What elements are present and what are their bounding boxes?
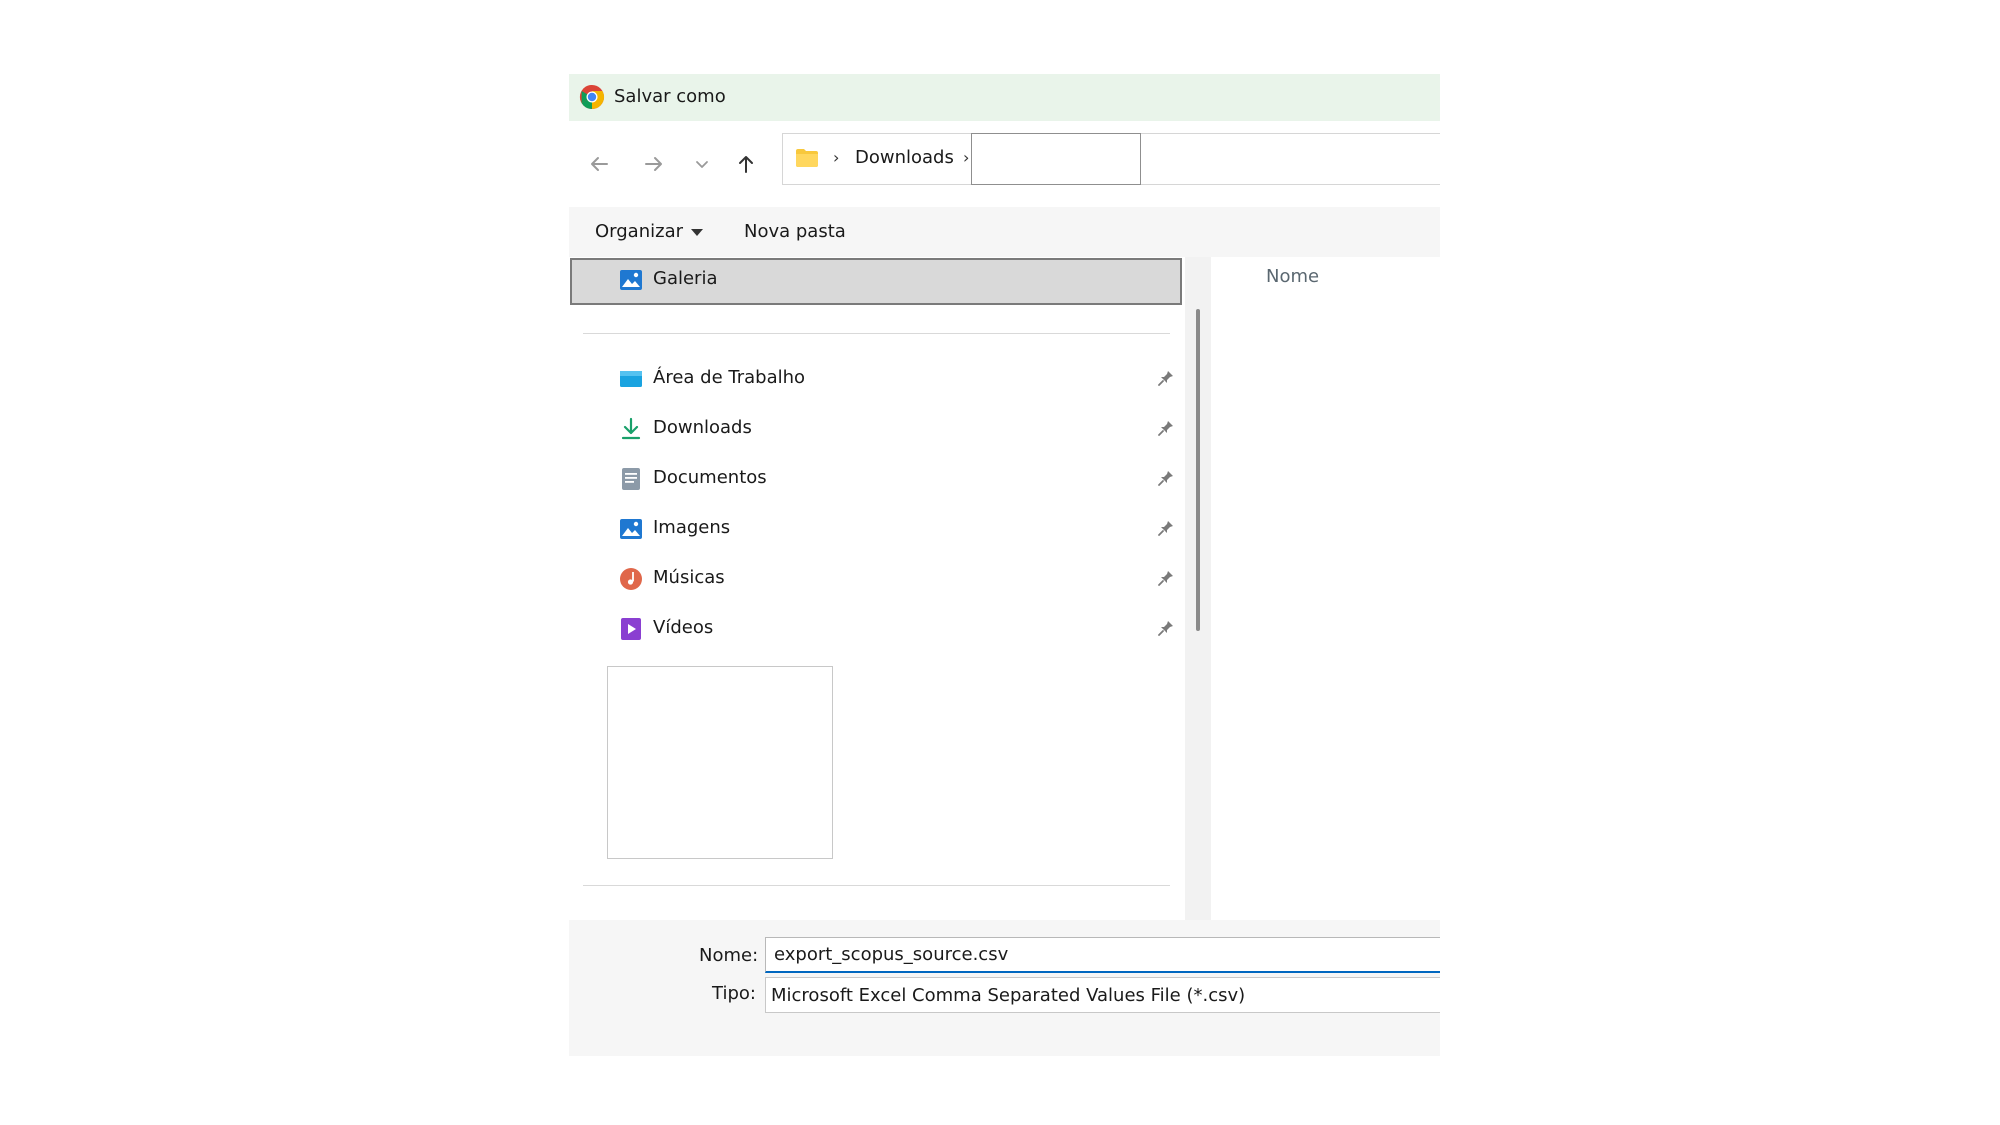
video-icon	[621, 618, 641, 640]
organize-label: Organizar	[595, 221, 683, 242]
new-folder-button[interactable]: Nova pasta	[744, 221, 846, 242]
file-name-input[interactable]	[765, 937, 1440, 973]
file-list: Nome	[1211, 257, 1440, 920]
save-as-dialog: Salvar como › Downloads › Organizar Nova…	[569, 74, 1440, 1056]
sidebar-item-documentos[interactable]: Documentos	[569, 459, 1173, 499]
sidebar-item-label: Área de Trabalho	[653, 367, 806, 388]
folder-icon	[796, 149, 818, 167]
sidebar-divider	[583, 333, 1170, 334]
breadcrumb-downloads[interactable]: Downloads	[855, 147, 954, 168]
navigation-bar: › Downloads ›	[569, 121, 1440, 207]
chrome-icon	[579, 85, 605, 109]
preview-thumbnail	[607, 666, 833, 859]
save-footer: Nome: Tipo: Microsoft Excel Comma Separa…	[569, 920, 1440, 1056]
forward-button[interactable]	[639, 149, 669, 179]
pin-icon[interactable]	[1157, 419, 1175, 437]
sidebar-item-label: Downloads	[653, 417, 752, 438]
recent-locations-button[interactable]	[687, 149, 717, 179]
sidebar-item-downloads[interactable]: Downloads	[569, 409, 1173, 449]
back-button[interactable]	[584, 149, 614, 179]
file-type-value: Microsoft Excel Comma Separated Values F…	[771, 985, 1246, 1006]
sidebar-item-imagens[interactable]: Imagens	[569, 509, 1173, 549]
sidebar-item-label: Documentos	[653, 467, 767, 488]
pin-icon[interactable]	[1157, 369, 1175, 387]
sidebar-item-videos[interactable]: Vídeos	[569, 609, 1173, 649]
arrow-left-icon	[591, 157, 608, 171]
pin-icon[interactable]	[1157, 619, 1175, 637]
up-button[interactable]	[731, 149, 761, 179]
download-icon	[621, 417, 641, 440]
pin-icon[interactable]	[1157, 519, 1175, 537]
breadcrumb-separator[interactable]: ›	[963, 148, 969, 167]
sidebar-item-label: Imagens	[653, 517, 731, 538]
navigation-pane-scrollbar[interactable]	[1185, 257, 1211, 920]
caret-down-icon	[691, 228, 703, 236]
chevron-down-icon	[696, 161, 708, 168]
sidebar-divider	[583, 885, 1170, 886]
file-type-label: Tipo:	[712, 983, 756, 1004]
title-bar: Salvar como	[569, 74, 1440, 121]
sidebar-item-area-de-trabalho[interactable]: Área de Trabalho	[569, 359, 1173, 399]
sidebar-item-galeria[interactable]: Galeria	[569, 260, 1169, 300]
document-icon	[622, 468, 640, 490]
arrow-up-icon	[739, 156, 753, 173]
pictures-icon	[620, 519, 642, 539]
desktop-icon	[620, 371, 642, 387]
pin-icon[interactable]	[1157, 569, 1175, 587]
music-icon	[620, 568, 642, 590]
file-type-select[interactable]: Microsoft Excel Comma Separated Values F…	[765, 977, 1440, 1013]
sidebar-item-musicas[interactable]: Músicas	[569, 559, 1173, 599]
navigation-pane: Galeria Área de Trabalho Downloads Docum…	[569, 257, 1185, 920]
dialog-title: Salvar como	[614, 86, 726, 107]
organize-button[interactable]: Organizar	[595, 221, 703, 242]
gallery-icon	[620, 270, 642, 290]
file-name-label: Nome:	[699, 945, 759, 966]
pin-icon[interactable]	[1157, 469, 1175, 487]
sidebar-item-label: Vídeos	[653, 617, 714, 638]
sidebar-item-label: Músicas	[653, 567, 725, 588]
arrow-right-icon	[645, 157, 662, 171]
address-bar[interactable]: › Downloads ›	[782, 133, 1440, 185]
breadcrumb-separator: ›	[833, 148, 840, 167]
command-bar: Organizar Nova pasta	[569, 207, 1440, 257]
breadcrumb-edit-box[interactable]	[971, 133, 1141, 185]
sidebar-item-label: Galeria	[653, 268, 718, 289]
column-header-nome[interactable]: Nome	[1266, 266, 1319, 287]
scrollbar-thumb[interactable]	[1196, 309, 1200, 631]
